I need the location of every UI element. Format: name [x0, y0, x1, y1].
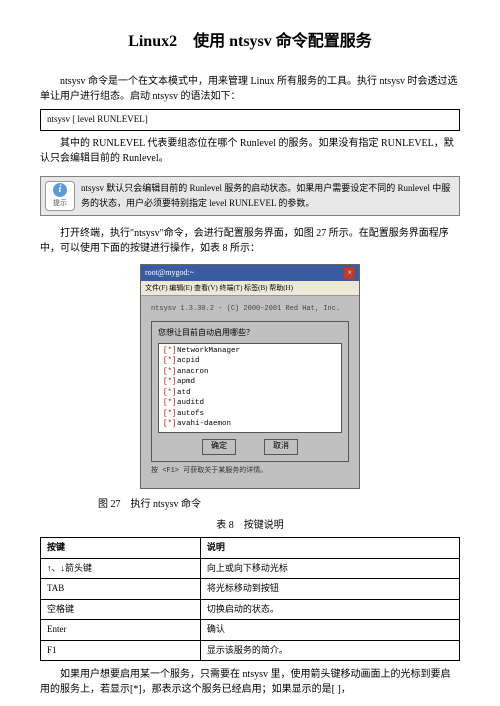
intro-paragraph-2: 其中的 RUNLEVEL 代表要组态位在哪个 Runlevel 的服务。如果没有…	[40, 136, 460, 166]
list-item[interactable]: [*]apmd	[163, 377, 337, 388]
menubar[interactable]: 文件(F) 编辑(E) 查看(V) 终端(T) 标签(B) 帮助(H)	[141, 281, 359, 297]
info-icon: i 提示	[45, 181, 75, 211]
syntax-box: ntsysv [ level RUNLEVEL]	[40, 109, 460, 131]
intro-paragraph-1: ntsysv 命令是一个在文本模式中，用来管理 Linux 所有服务的工具。执行…	[40, 74, 460, 104]
terminal-body: ntsysv 1.3.30.2 - (C) 2000-2001 Red Hat,…	[141, 296, 359, 488]
dialog-buttons: 确定 取消	[158, 439, 342, 455]
ok-button[interactable]: 确定	[202, 439, 236, 455]
list-item[interactable]: [*]auditd	[163, 398, 337, 409]
window-title: root@mygod:~	[145, 267, 194, 279]
table-row: 空格键切换启动的状态。	[41, 599, 460, 620]
list-item[interactable]: [*]acpid	[163, 356, 337, 367]
table-row: F1显示该服务的简介。	[41, 640, 460, 661]
list-item[interactable]: [*]avahi-daemon	[163, 419, 337, 430]
syntax-text: ntsysv [ level RUNLEVEL]	[47, 114, 148, 124]
dialog-heading: 您想让目前自动启用哪些？	[158, 328, 342, 340]
table-row: ↑、↓箭头键向上或向下移动光标	[41, 558, 460, 579]
table-caption: 表 8 按键说明	[40, 518, 460, 533]
tui-dialog: 您想让目前自动启用哪些？ [*]NetworkManager [*]acpid …	[151, 321, 349, 462]
service-list[interactable]: [*]NetworkManager [*]acpid [*]anacron [*…	[158, 343, 342, 433]
figure-caption: 图 27 执行 ntsysv 命令	[98, 497, 460, 512]
terminal-window: root@mygod:~ × 文件(F) 编辑(E) 查看(V) 终端(T) 标…	[140, 264, 360, 490]
list-item[interactable]: [*]NetworkManager	[163, 346, 337, 357]
th-desc: 说明	[200, 538, 459, 559]
info-i-icon: i	[53, 183, 67, 197]
list-item[interactable]: [*]anacron	[163, 367, 337, 378]
table-header-row: 按键 说明	[41, 538, 460, 559]
tip-callout: i 提示 ntsysv 默认只会编辑目前的 Runlevel 服务的启动状态。如…	[40, 176, 460, 216]
keys-table: 按键 说明 ↑、↓箭头键向上或向下移动光标 TAB将光标移动到按钮 空格键切换启…	[40, 537, 460, 661]
tip-text: ntsysv 默认只会编辑目前的 Runlevel 服务的启动状态。如果用户需要…	[81, 181, 455, 210]
th-key: 按键	[41, 538, 201, 559]
close-icon[interactable]: ×	[344, 267, 355, 279]
app-version: ntsysv 1.3.30.2 - (C) 2000-2001 Red Hat,…	[151, 304, 349, 315]
list-item[interactable]: [*]atd	[163, 388, 337, 399]
paragraph-4: 如果用户想要启用某一个服务，只需要在 ntsysv 里，使用箭头键移动画面上的光…	[40, 667, 460, 697]
tip-label: 提示	[53, 198, 67, 209]
table-row: Enter确认	[41, 620, 460, 641]
hint-line: 按 <F1> 可获取关于某服务的详情。	[151, 466, 349, 477]
page-title: Linux2 使用 ntsysv 命令配置服务	[40, 30, 460, 54]
table-row: TAB将光标移动到按钮	[41, 579, 460, 600]
paragraph-3: 打开终端，执行"ntsysv"命令，会进行配置服务界面，如图 27 所示。在配置…	[40, 226, 460, 256]
cancel-button[interactable]: 取消	[264, 439, 298, 455]
list-item[interactable]: [*]autofs	[163, 409, 337, 420]
titlebar: root@mygod:~ ×	[141, 265, 359, 281]
